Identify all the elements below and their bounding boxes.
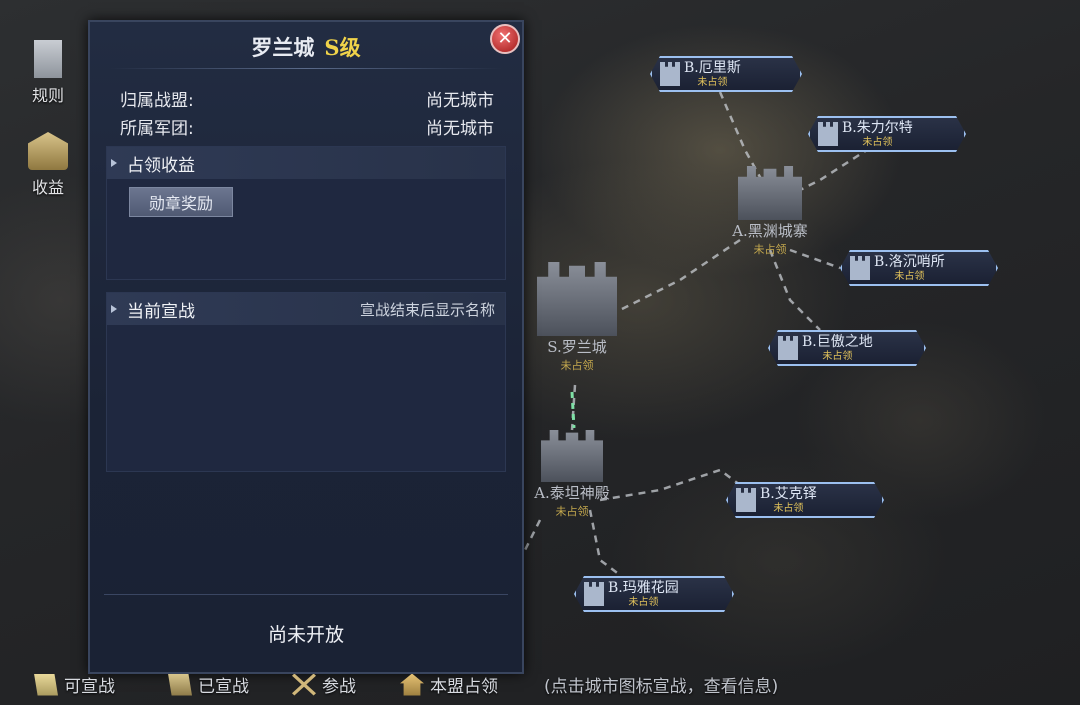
current-war-section: 当前宣战 宣战结束后显示名称 (106, 292, 506, 472)
city-status: 未占领 (697, 76, 728, 88)
flag-icon (34, 673, 58, 696)
city-node-luochen-outpost[interactable]: B.洛沉哨所 未占领 (840, 250, 998, 286)
city-grade: S级 (324, 35, 361, 60)
section-header: 当前宣战 宣战结束后显示名称 (107, 293, 505, 325)
tower-icon (660, 62, 680, 86)
tower-icon (778, 336, 798, 360)
legion-row: 所属军团: 尚无城市 (120, 114, 494, 139)
close-icon: ✕ (497, 28, 513, 49)
legend-can-declare: 可宣战 (34, 672, 115, 697)
city-name: B.朱力尔特 (842, 119, 913, 136)
city-node-titan-temple[interactable]: A.泰坦神殿 未占领 (520, 430, 624, 520)
income-label: 收益 (31, 178, 64, 197)
city-node-roland[interactable]: S.罗兰城 未占领 (518, 262, 636, 380)
city-status: 未占领 (822, 350, 853, 362)
scroll-icon (34, 40, 62, 78)
city-status: 未占领 (773, 502, 804, 514)
income-button[interactable]: 收益 (20, 132, 76, 198)
tower-icon (584, 582, 604, 606)
camp-icon (400, 673, 424, 696)
city-name: B.艾克铎 (760, 485, 817, 502)
tower-icon (850, 256, 870, 280)
legend-declared: 已宣战 (168, 672, 249, 697)
city-name: B.厄里斯 (684, 59, 741, 76)
city-name: S.罗兰城 (547, 338, 607, 356)
castle-icon (537, 262, 617, 336)
city-title: 罗兰城 (251, 35, 315, 60)
tower-icon (736, 488, 756, 512)
war-header: 当前宣战 (127, 301, 195, 322)
occupation-income-section: 占领收益 勋章奖励 (106, 146, 506, 280)
city-name: B.巨傲之地 (802, 333, 873, 350)
city-status: 未占领 (560, 359, 594, 372)
medal-reward-button[interactable]: 勋章奖励 (129, 187, 233, 217)
crossed-swords-icon (292, 673, 316, 696)
legend-participate: 参战 (292, 672, 356, 697)
legend-hint: (点击城市图标宣战，查看信息) (544, 677, 779, 697)
castle-icon (541, 430, 603, 482)
legend-label: 可宣战 (64, 677, 115, 697)
city-status: 未占领 (862, 136, 893, 148)
city-info-panel: 罗兰城 S级 ✕ 归属战盟: 尚无城市 所属军团: 尚无城市 占领收益 勋章奖励 … (88, 20, 524, 674)
city-node-maya-garden[interactable]: B.玛雅花园 未占领 (574, 576, 734, 612)
open-status: 尚未开放 (267, 624, 344, 646)
legion-label: 所属军团: (120, 119, 194, 139)
city-status: 未占领 (628, 596, 659, 608)
title-divider (110, 68, 502, 69)
war-note: 宣战结束后显示名称 (359, 300, 495, 319)
city-node-juliet[interactable]: B.朱力尔特 未占领 (808, 116, 966, 152)
legend-label: 本盟占领 (430, 677, 498, 697)
flag-icon (168, 673, 192, 696)
legend-label: 已宣战 (198, 677, 249, 697)
alliance-row: 归属战盟: 尚无城市 (120, 86, 494, 111)
rules-button[interactable]: 规则 (20, 40, 76, 106)
alliance-label: 归属战盟: (120, 91, 194, 111)
city-node-juao-land[interactable]: B.巨傲之地 未占领 (768, 330, 926, 366)
city-node-heiyuan-fortress[interactable]: A.黑渊城寨 未占领 (718, 166, 822, 257)
legend-bar: 可宣战 已宣战 参战 本盟占领 (点击城市图标宣战，查看信息) (0, 666, 1080, 705)
city-status: 未占领 (555, 505, 589, 518)
city-name: A.泰坦神殿 (534, 484, 610, 502)
city-status: 未占领 (753, 243, 787, 256)
legend-label: 参战 (322, 677, 356, 697)
city-node-eris[interactable]: B.厄里斯 未占领 (650, 56, 802, 92)
city-name: A.黑渊城寨 (732, 222, 808, 240)
rules-label: 规则 (31, 86, 64, 105)
section-header: 占领收益 (107, 147, 505, 179)
panel-title: 罗兰城 S级 (90, 32, 522, 62)
tower-icon (818, 122, 838, 146)
close-button[interactable]: ✕ (490, 24, 520, 54)
legion-value: 尚无城市 (426, 119, 494, 139)
city-name: B.玛雅花园 (608, 579, 679, 596)
panel-divider (104, 594, 508, 595)
city-status: 未占领 (894, 270, 925, 282)
legend-alliance-owned: 本盟占领 (400, 672, 498, 697)
castle-icon (738, 166, 802, 220)
city-name: B.洛沉哨所 (874, 253, 945, 270)
alliance-value: 尚无城市 (426, 91, 494, 111)
treasure-chest-icon (28, 132, 68, 170)
city-node-aikeduo[interactable]: B.艾克铎 未占领 (726, 482, 884, 518)
income-header: 占领收益 (127, 155, 195, 176)
